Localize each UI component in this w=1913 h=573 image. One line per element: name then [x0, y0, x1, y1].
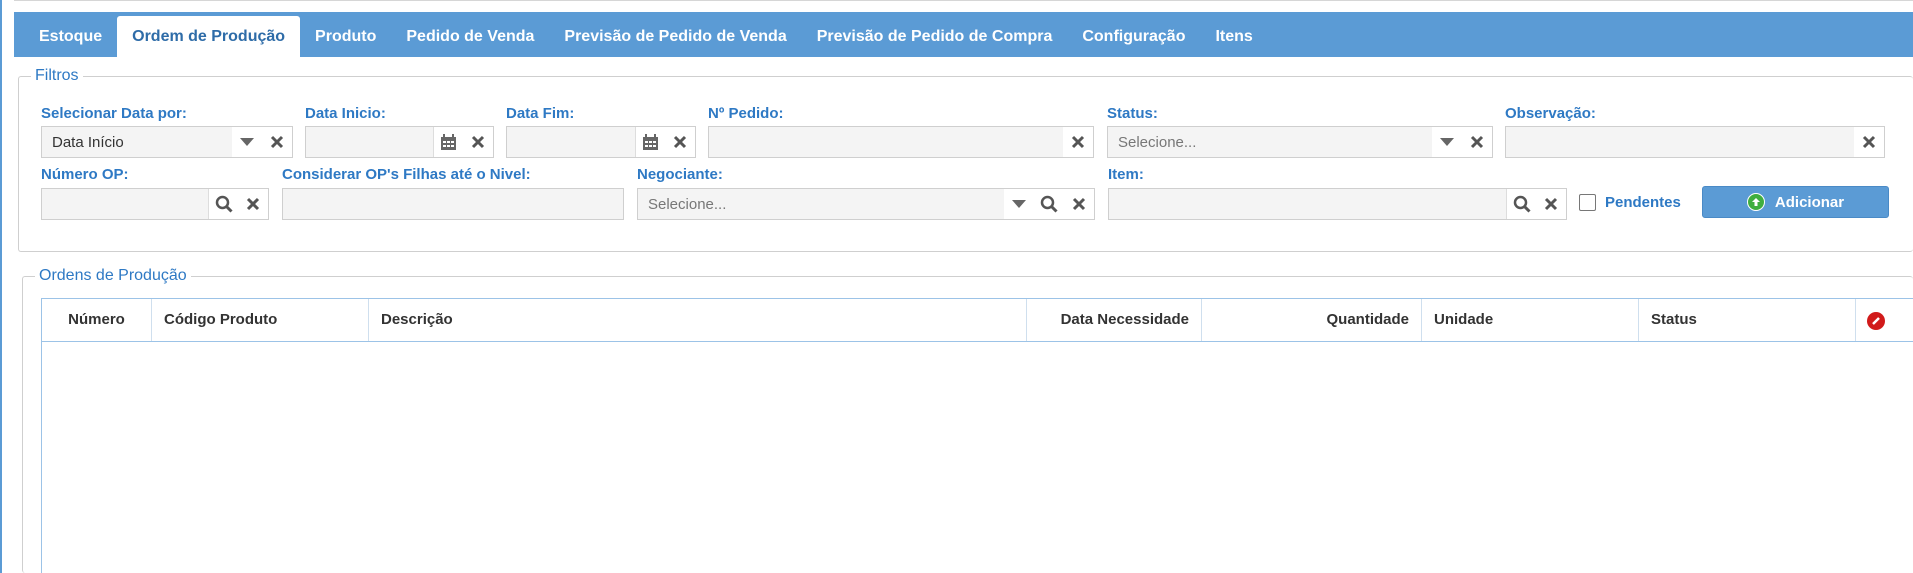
column-header-codigo-produto[interactable]: Código Produto — [152, 299, 369, 341]
start-date-label: Data Inicio: — [305, 105, 386, 122]
child-op-level-label: Considerar OP's Filhas até o Nivel: — [282, 166, 531, 183]
end-date-input[interactable] — [506, 126, 696, 158]
negotiator-label: Negociante: — [637, 166, 723, 183]
column-header-numero[interactable]: Número — [42, 299, 152, 341]
chevron-down-icon[interactable] — [232, 127, 262, 157]
select-date-by-value: Data Início — [52, 133, 124, 151]
close-icon[interactable] — [463, 127, 493, 157]
column-header-quantidade[interactable]: Quantidade — [1202, 299, 1422, 341]
status-placeholder: Selecione... — [1118, 133, 1197, 151]
tab-estoque[interactable]: Estoque — [24, 16, 117, 57]
tab-itens[interactable]: Itens — [1200, 16, 1267, 57]
close-icon[interactable] — [1064, 189, 1094, 219]
child-op-level-input[interactable] — [282, 188, 624, 220]
close-icon[interactable] — [1854, 127, 1884, 157]
tab-pedido-de-venda[interactable]: Pedido de Venda — [391, 16, 549, 57]
main-tab-bar: Estoque Ordem de Produção Produto Pedido… — [14, 12, 1913, 57]
negotiator-dropdown[interactable]: Selecione... — [637, 188, 1095, 220]
orders-table: Número Código Produto Descrição Data Nec… — [41, 298, 1913, 573]
order-number-input[interactable] — [708, 126, 1094, 158]
add-button-label: Adicionar — [1774, 193, 1845, 211]
select-date-by-dropdown[interactable]: Data Início — [41, 126, 293, 158]
add-button[interactable]: Adicionar — [1702, 186, 1889, 218]
select-date-by-label: Selecionar Data por: — [41, 105, 187, 122]
observation-label: Observação: — [1505, 105, 1596, 122]
close-icon[interactable] — [1462, 127, 1492, 157]
tab-configuracao[interactable]: Configuração — [1067, 16, 1200, 57]
tab-previsao-pedido-venda[interactable]: Previsão de Pedido de Venda — [549, 16, 801, 57]
end-date-label: Data Fim: — [506, 105, 575, 122]
status-dropdown[interactable]: Selecione... — [1107, 126, 1493, 158]
column-header-status[interactable]: Status — [1639, 299, 1856, 341]
item-label: Item: — [1108, 166, 1144, 183]
tab-previsao-pedido-compra[interactable]: Previsão de Pedido de Compra — [802, 16, 1068, 57]
arrow-up-circle-icon — [1746, 193, 1765, 211]
window-left-border — [0, 0, 2, 573]
order-number-label: Nº Pedido: — [708, 105, 784, 122]
calendar-icon[interactable] — [433, 127, 463, 157]
start-date-input[interactable] — [305, 126, 494, 158]
search-icon[interactable] — [1506, 189, 1536, 219]
chevron-down-icon[interactable] — [1432, 127, 1462, 157]
filters-legend: Filtros — [31, 67, 83, 85]
tab-ordem-de-producao[interactable]: Ordem de Produção — [117, 16, 301, 57]
orders-legend: Ordens de Produção — [35, 267, 191, 285]
top-divider — [14, 0, 1913, 1]
pending-checkbox[interactable] — [1579, 194, 1596, 211]
calendar-icon[interactable] — [635, 127, 665, 157]
orders-table-header: Número Código Produto Descrição Data Nec… — [42, 299, 1913, 342]
column-header-unidade[interactable]: Unidade — [1422, 299, 1639, 341]
column-header-data-necessidade[interactable]: Data Necessidade — [1027, 299, 1202, 341]
pending-label[interactable]: Pendentes — [1605, 194, 1681, 211]
negotiator-placeholder: Selecione... — [648, 195, 727, 213]
filters-panel: Filtros — [18, 67, 1913, 252]
observation-input[interactable] — [1505, 126, 1885, 158]
close-icon[interactable] — [262, 127, 292, 157]
op-number-input[interactable] — [41, 188, 269, 220]
column-header-descricao[interactable]: Descrição — [369, 299, 1027, 341]
close-icon[interactable] — [1063, 127, 1093, 157]
close-icon[interactable] — [1536, 189, 1566, 219]
close-icon[interactable] — [238, 189, 268, 219]
status-label: Status: — [1107, 105, 1158, 122]
search-icon[interactable] — [208, 189, 238, 219]
item-input[interactable] — [1108, 188, 1567, 220]
op-number-label: Número OP: — [41, 166, 129, 183]
tab-produto[interactable]: Produto — [300, 16, 391, 57]
clear-filter-icon[interactable] — [1867, 312, 1885, 330]
chevron-down-icon[interactable] — [1004, 189, 1034, 219]
close-icon[interactable] — [665, 127, 695, 157]
search-icon[interactable] — [1034, 189, 1064, 219]
